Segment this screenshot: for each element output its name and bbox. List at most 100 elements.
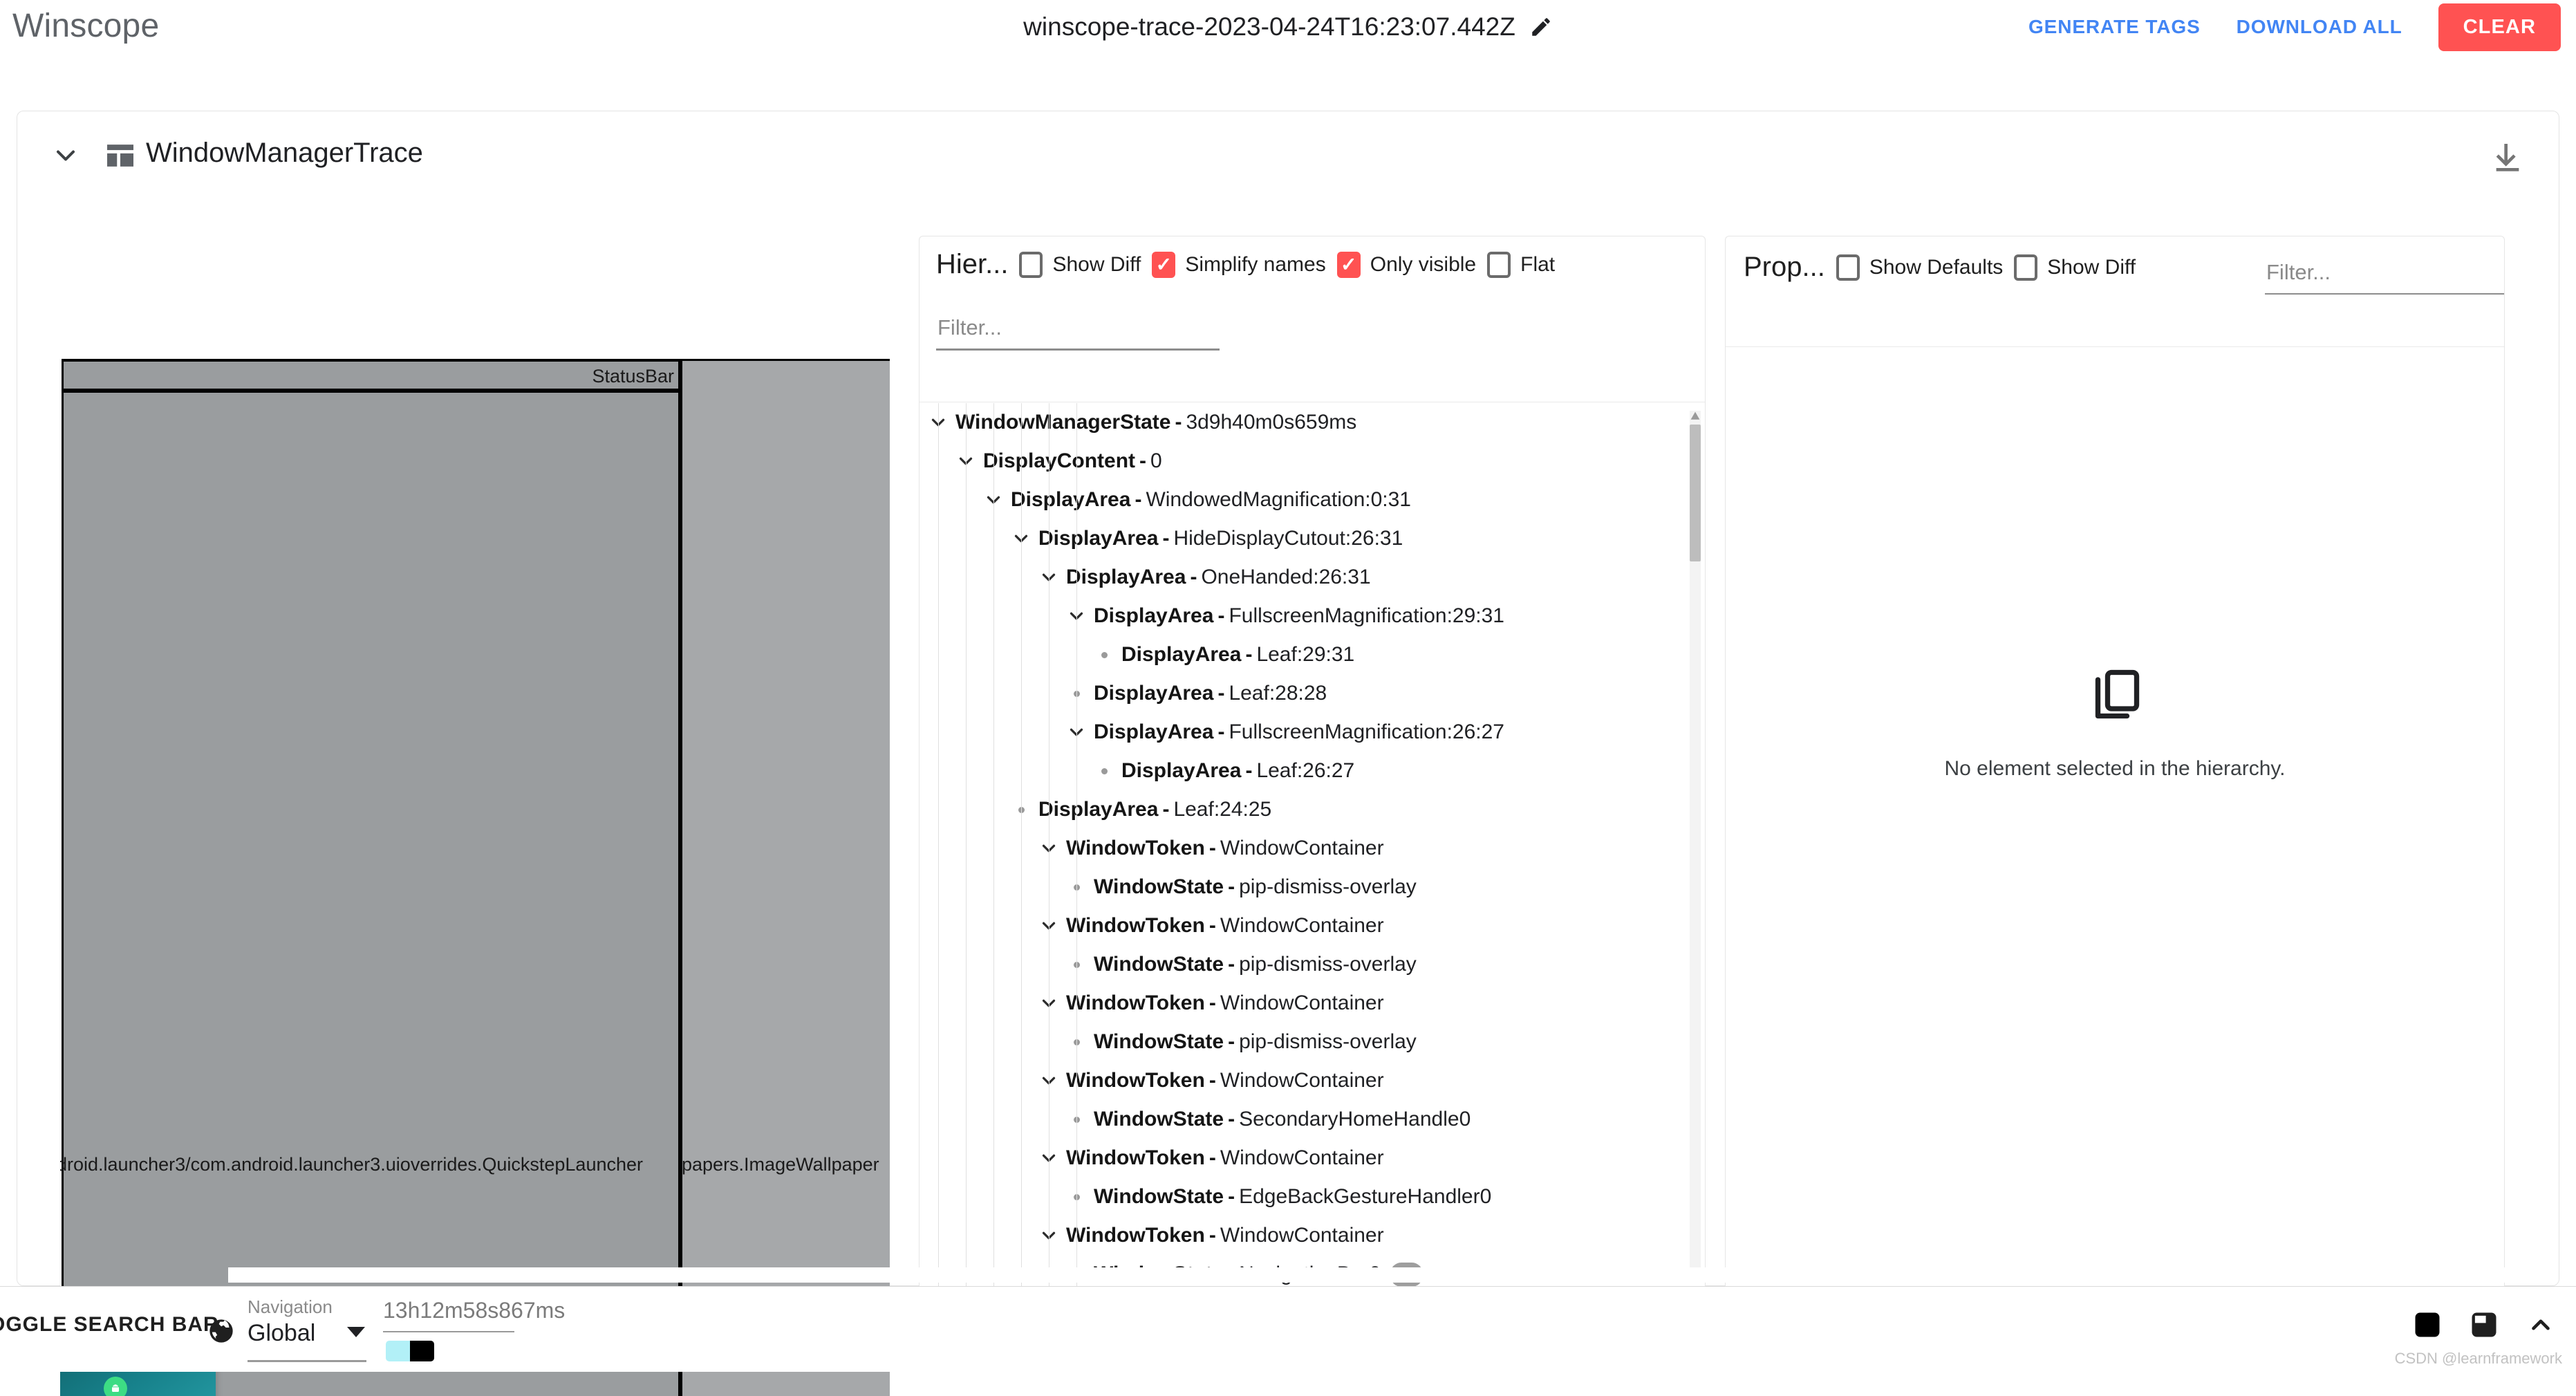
timestamp-field[interactable]: 13h12m58s867ms [383,1298,565,1323]
tree-node-separator: - [1241,759,1256,783]
tree-node-separator: - [1205,1224,1220,1247]
chevron-down-icon[interactable] [347,1327,365,1337]
tree-row[interactable]: WindowState-pip-dismiss-overlay [920,868,1705,906]
tree-indent-guide [1021,403,1022,1290]
tree-node-name: FullscreenMagnification:29:31 [1229,604,1504,628]
screen-preview[interactable]: StatusBar droid.launcher3/com.android.la… [60,359,890,1396]
android-app-icon[interactable] [104,1377,127,1396]
hierarchy-filter-input[interactable] [936,313,1220,351]
checkbox-simplify-names[interactable]: Simplify names [1152,252,1325,278]
tree-node-separator: - [1170,411,1186,434]
hierarchy-scrollbar-thumb[interactable] [1690,425,1701,561]
properties-panel-header: Prop... Show Defaults Show Diff [1726,236,2504,347]
download-all-button[interactable]: DOWNLOAD ALL [2219,6,2420,48]
checkbox-show-diff-box[interactable] [1019,252,1043,278]
tree-row[interactable]: DisplayArea-FullscreenMagnification:29:3… [920,597,1705,635]
tree-node-separator: - [1130,488,1146,512]
checkbox-properties-show-diff-box[interactable] [2014,254,2037,281]
checkbox-only-visible-box[interactable] [1337,252,1361,278]
tree-node-kind: WindowToken [1066,1069,1205,1092]
trace-filename: winscope-trace-2023-04-24T16:23:07.442Z [1023,12,1515,41]
tree-node-name: Leaf:29:31 [1256,643,1354,667]
timeline-bar: OGGLE SEARCH BAR Navigation Global 13h12… [0,1286,2576,1372]
checkbox-only-visible[interactable]: Only visible [1337,252,1476,278]
navigation-select[interactable]: Global [248,1320,358,1347]
checkbox-show-diff-label: Show Diff [1052,253,1141,277]
properties-controls: Prop... Show Defaults Show Diff [1744,252,2136,283]
tree-row[interactable]: WindowManagerState-3d9h40m0s659ms [920,403,1705,442]
checkbox-show-defaults[interactable]: Show Defaults [1836,254,2003,281]
tree-row[interactable]: WindowToken-WindowContainer [920,1216,1705,1255]
generate-tags-button[interactable]: GENERATE TAGS [2010,6,2219,48]
rect-quickstep-launcher[interactable] [62,391,680,1396]
tree-node-kind: WindowState [1094,1030,1224,1054]
csdn-watermark: CSDN @learnframework [2395,1350,2562,1368]
tree-row[interactable]: WindowState-SecondaryHomeHandle0 [920,1100,1705,1139]
pencil-icon[interactable] [1529,15,1553,39]
tree-node-name: HideDisplayCutout:26:31 [1173,527,1403,550]
clear-button[interactable]: CLEAR [2438,3,2561,51]
checkbox-flat[interactable]: Flat [1487,252,1555,278]
hierarchy-panel-title: Hier... [936,249,1008,280]
tree-node-separator: - [1213,720,1229,744]
tree-indent-guide [993,403,994,1290]
tree-node-name: WindowContainer [1220,837,1384,860]
chevron-up-icon[interactable] [2526,1310,2555,1341]
tree-row[interactable]: WindowToken-WindowContainer [920,906,1705,945]
tree-row[interactable]: WindowState-pip-dismiss-overlay [920,1023,1705,1061]
tree-node-kind: DisplayArea [1094,604,1213,628]
tree-node-separator: - [1224,1108,1239,1131]
hierarchy-tree[interactable]: WindowManagerState-3d9h40m0s659msDisplay… [920,403,1705,1290]
tree-node-name: EdgeBackGestureHandler0 [1239,1185,1491,1209]
toggle-search-bar-button[interactable]: OGGLE SEARCH BAR [0,1313,219,1337]
checkbox-simplify-names-box[interactable] [1152,252,1175,278]
checkbox-show-diff[interactable]: Show Diff [1019,252,1141,278]
tree-node-name: SecondaryHomeHandle0 [1239,1108,1471,1131]
tree-row[interactable]: DisplayArea-OneHanded:26:31 [920,558,1705,597]
checkbox-properties-show-diff[interactable]: Show Diff [2014,254,2136,281]
tree-node-kind: WindowToken [1066,992,1205,1015]
hierarchy-scrollbar[interactable] [1690,411,1701,1274]
tree-row[interactable]: WindowToken-WindowContainer [920,1061,1705,1100]
properties-filter-input[interactable] [2265,257,2505,295]
tree-node-separator: - [1213,604,1229,628]
tree-row[interactable]: WindowState-EdgeBackGestureHandler0 [920,1178,1705,1216]
split-view-icon[interactable] [2470,1310,2499,1341]
timeline-color-swatch[interactable] [386,1341,434,1361]
timeline-track[interactable] [228,1267,2537,1283]
tree-row[interactable]: DisplayArea-FullscreenMagnification:26:2… [920,713,1705,752]
tree-node-separator: - [1135,449,1150,473]
trace-card-title: WindowManagerTrace [146,138,423,169]
tree-indent-guide [966,403,967,1290]
tree-row[interactable]: WindowState-pip-dismiss-overlay [920,945,1705,984]
tree-node-name: WindowContainer [1220,1146,1384,1170]
scroll-up-arrow-icon[interactable] [1690,411,1701,422]
download-icon[interactable] [2488,139,2527,178]
tree-row[interactable]: DisplayArea-WindowedMagnification:0:31 [920,481,1705,519]
tree-node-kind: DisplayArea [1011,488,1130,512]
tree-row[interactable]: DisplayArea-Leaf:24:25 [920,790,1705,829]
fullscreen-square-icon[interactable] [2413,1310,2442,1341]
checkbox-properties-show-diff-label: Show Diff [2047,256,2136,279]
tree-row[interactable]: DisplayArea-HideDisplayCutout:26:31 [920,519,1705,558]
tree-row[interactable]: WindowToken-WindowContainer [920,829,1705,868]
tree-row[interactable]: DisplayArea-Leaf:29:31 [920,635,1705,674]
rect-statusbar[interactable]: StatusBar [62,359,680,391]
tree-row[interactable]: WindowToken-WindowContainer [920,984,1705,1023]
checkbox-flat-box[interactable] [1487,252,1511,278]
tree-node-kind: DisplayArea [1121,643,1241,667]
rect-wallpaper-label: papers.ImageWallpaper [682,1154,879,1175]
checkbox-show-defaults-box[interactable] [1836,254,1860,281]
tree-row[interactable]: DisplayArea-Leaf:26:27 [920,752,1705,790]
tree-node-separator: - [1158,798,1173,821]
tree-leaf-dot-icon [1094,768,1114,774]
timeline-right-controls [2413,1310,2555,1341]
tree-node-name: pip-dismiss-overlay [1239,875,1417,899]
tree-row[interactable]: WindowToken-WindowContainer [920,1139,1705,1178]
tree-row[interactable]: DisplayArea-Leaf:28:28 [920,674,1705,713]
tree-row[interactable]: DisplayContent-0 [920,442,1705,481]
rect-image-wallpaper[interactable] [680,359,890,1396]
tree-node-kind: WindowToken [1066,1224,1205,1247]
trace-card-header: WindowManagerTrace [17,111,2559,198]
tree-node-kind: DisplayContent [983,449,1135,473]
